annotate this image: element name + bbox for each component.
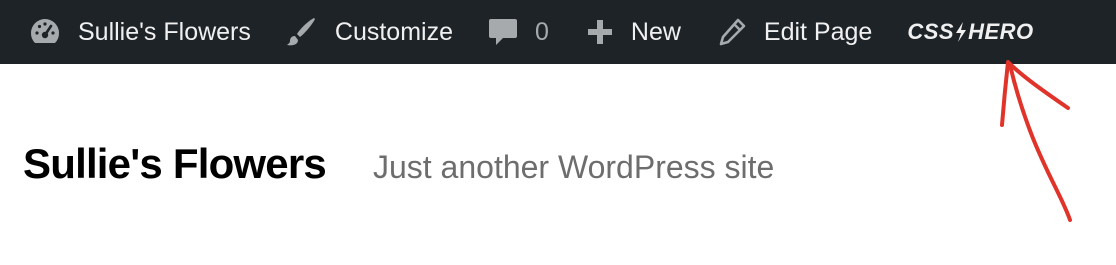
dashboard-icon xyxy=(28,15,62,49)
css-hero-text-css: CSS xyxy=(907,19,955,44)
pencil-icon xyxy=(717,17,747,47)
site-title[interactable]: Sullie's Flowers xyxy=(23,140,327,188)
paintbrush-icon xyxy=(284,15,318,49)
customize-menu[interactable]: Customize xyxy=(284,0,453,64)
new-label: New xyxy=(630,17,681,46)
admin-bar: Sullie's Flowers Customize 0 New Edit Pa… xyxy=(0,0,1116,64)
new-content-menu[interactable]: New xyxy=(586,0,681,64)
site-tagline: Just another WordPress site xyxy=(372,149,775,185)
site-header: Sullie's Flowers Just another WordPress … xyxy=(23,140,774,188)
annotation-arrow xyxy=(1000,60,1072,222)
comments-count: 0 xyxy=(534,17,549,46)
edit-page-label: Edit Page xyxy=(763,17,873,46)
site-name-label: Sullie's Flowers xyxy=(78,17,251,46)
bolt-icon xyxy=(955,22,967,42)
customize-label: Customize xyxy=(334,17,453,46)
edit-page-menu[interactable]: Edit Page xyxy=(717,0,872,64)
comments-menu[interactable]: 0 xyxy=(488,0,549,64)
site-name-menu[interactable]: Sullie's Flowers xyxy=(28,0,251,64)
css-hero-text-hero: HERO xyxy=(968,19,1034,44)
comment-icon xyxy=(488,16,518,48)
plus-icon xyxy=(586,18,614,46)
